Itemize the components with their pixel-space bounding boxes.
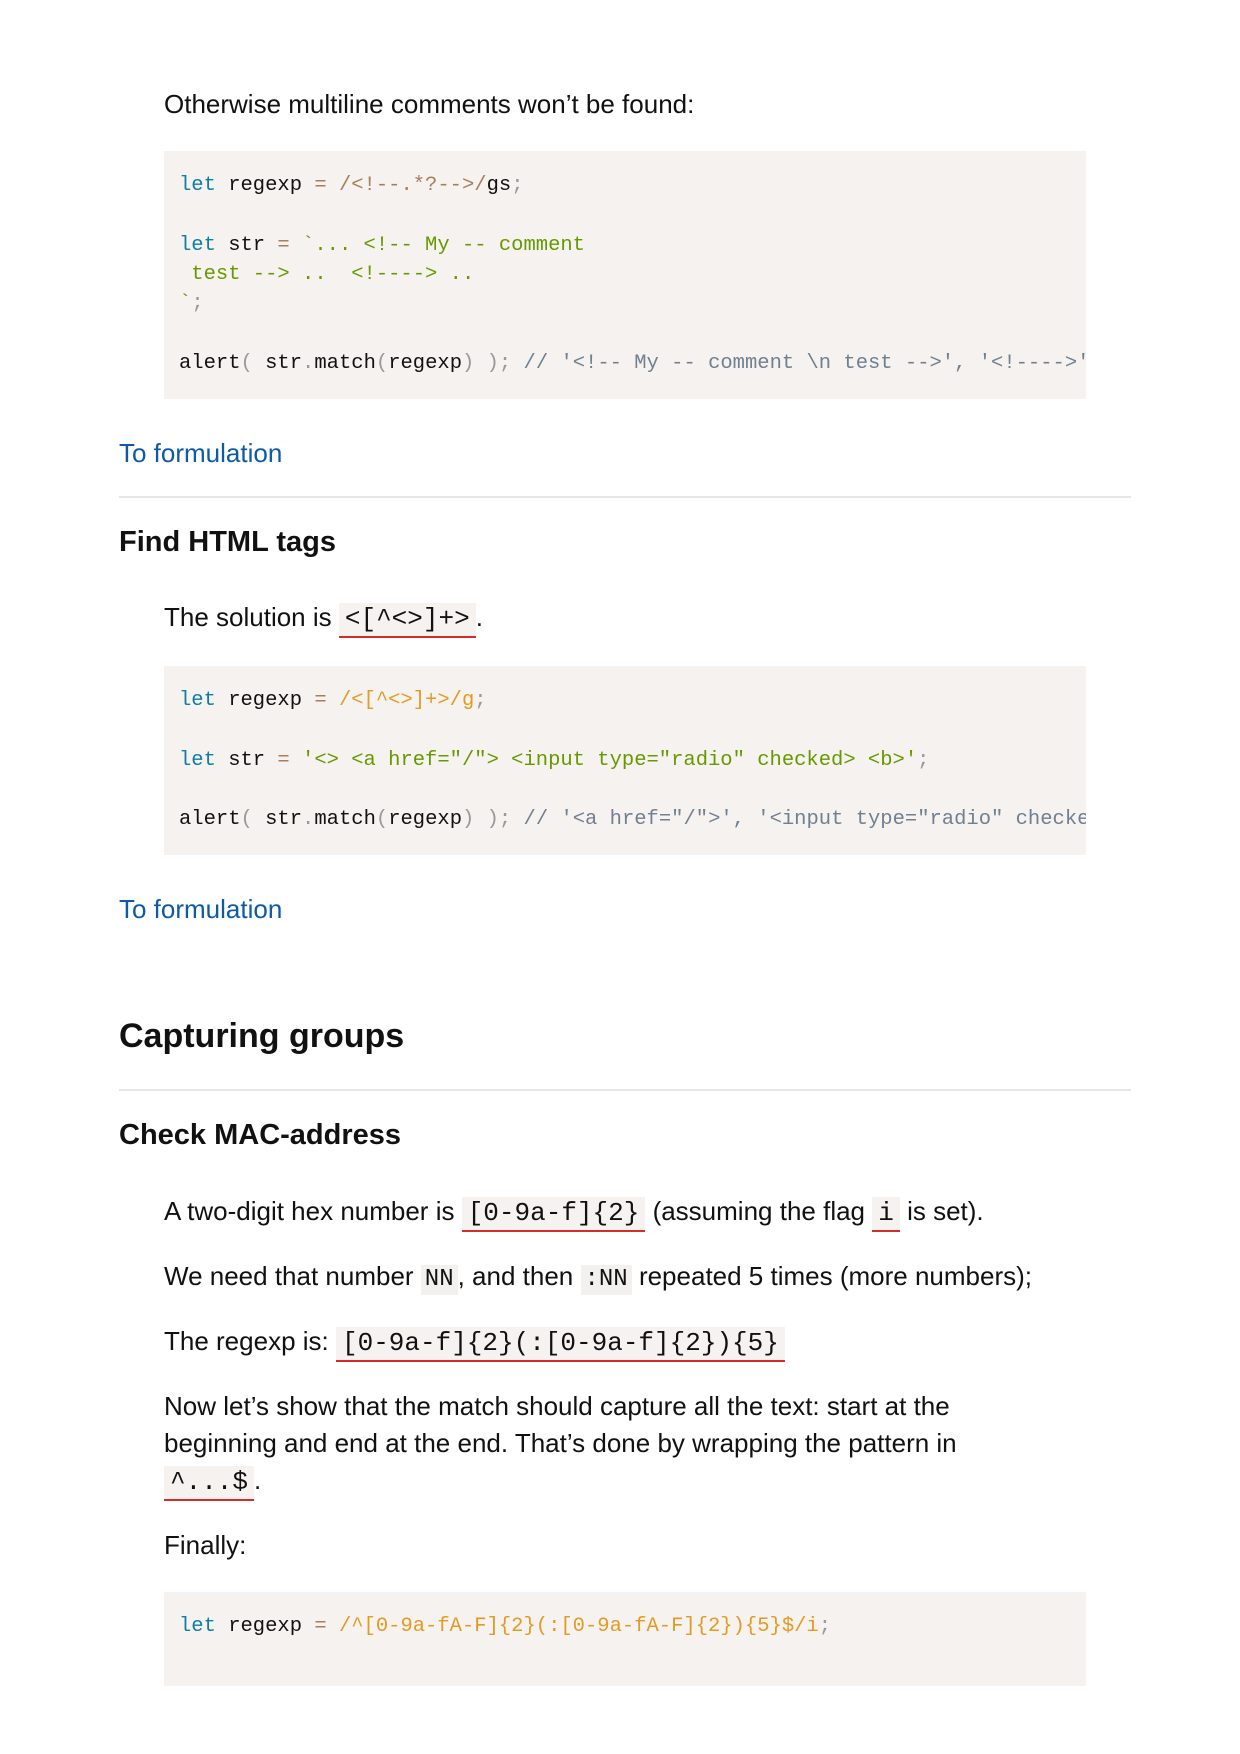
code-line: let regexp = /<!--.*?-->/gs;	[179, 174, 524, 197]
inline-code: [0-9a-f]{2}	[461, 1197, 646, 1232]
code-line: let regexp = /<[^<>]+>/g;	[179, 689, 487, 712]
inline-code: <[^<>]+>	[338, 603, 476, 638]
paragraph-finally: Finally:	[164, 1530, 247, 1560]
code-block-comments: let regexp = /<!--.*?-->/gs; let str = `…	[164, 151, 1086, 399]
section-title-html-tags: Find HTML tags	[119, 526, 336, 558]
paragraph-hex-number: A two-digit hex number is [0-9a-f]{2} (a…	[164, 1193, 984, 1232]
section-title-capturing-groups: Capturing groups	[119, 1017, 405, 1055]
code-line: alert( str.match(regexp) ); // '<a href=…	[179, 808, 1086, 831]
inline-code: :NN	[580, 1265, 632, 1295]
inline-code: [0-9a-f]{2}(:[0-9a-f]{2}){5}	[335, 1327, 785, 1362]
code-block-html-tags: let regexp = /<[^<>]+>/g; let str = '<> …	[164, 666, 1086, 855]
paragraph-multiline-intro: Otherwise multiline comments won’t be fo…	[164, 89, 695, 119]
to-formulation-link[interactable]: To formulation	[119, 893, 282, 925]
code-line: `;	[179, 292, 204, 315]
paragraph-capture-all: Now let’s show that the match should cap…	[164, 1388, 957, 1501]
paragraph-nn: We need that number NN, and then :NN rep…	[164, 1261, 1032, 1295]
inline-code: NN	[420, 1265, 458, 1295]
document-page: Otherwise multiline comments won’t be fo…	[0, 0, 1240, 1754]
code-line: let str = '<> <a href="/"> <input type="…	[179, 749, 930, 772]
divider	[119, 496, 1131, 498]
paragraph-regexp: The regexp is: [0-9a-f]{2}(:[0-9a-f]{2})…	[164, 1323, 785, 1362]
inline-code: i	[872, 1197, 900, 1232]
code-line: let str = `... <!-- My -- comment	[179, 234, 585, 257]
code-line: test --> .. <!----> ..	[179, 263, 475, 286]
paragraph-solution: The solution is <[^<>]+>.	[164, 599, 483, 638]
to-formulation-link[interactable]: To formulation	[119, 437, 282, 469]
code-line: let regexp = /^[0-9a-fA-F]{2}(:[0-9a-fA-…	[179, 1615, 832, 1638]
code-block-mac: let regexp = /^[0-9a-fA-F]{2}(:[0-9a-fA-…	[164, 1592, 1086, 1686]
code-line: alert( str.match(regexp) ); // '<!-- My …	[179, 352, 1086, 375]
section-title-mac-address: Check MAC-address	[119, 1119, 402, 1151]
divider	[119, 1089, 1131, 1091]
inline-code: ^...$	[164, 1466, 255, 1501]
